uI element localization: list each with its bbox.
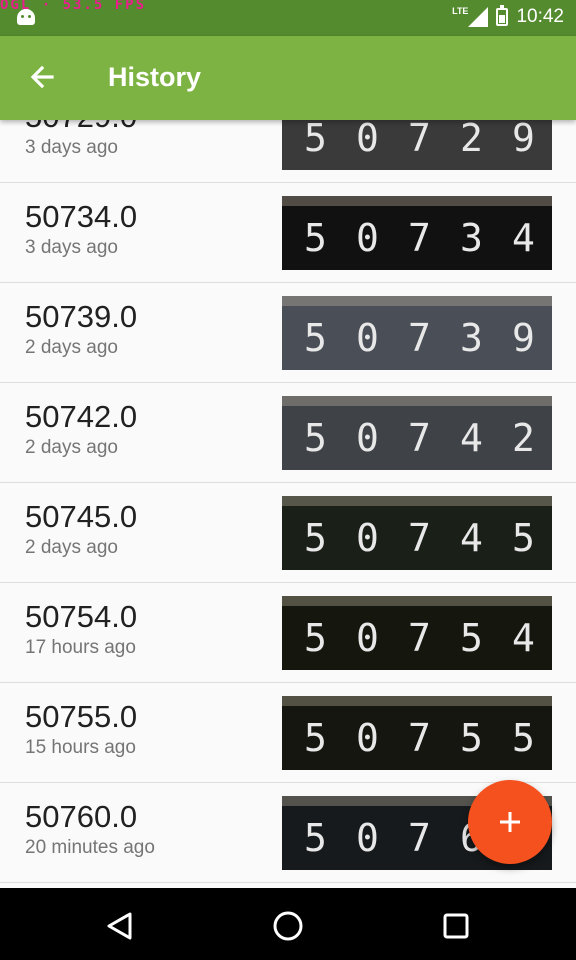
navigation-bar [0,888,576,960]
reading-time: 15 hours ago [25,737,136,758]
meter-photo[interactable]: 50729 [282,120,552,170]
meter-digit: 5 [304,316,327,360]
reading-time: 3 days ago [25,137,118,158]
history-row[interactable]: 50755.0 15 hours ago 5 0 7 5 5 [0,683,576,783]
meter-digit: 0 [356,816,379,860]
history-row[interactable]: 50742.0 2 days ago 5 0 7 4 2 [0,383,576,483]
nav-home-button[interactable] [268,906,308,946]
status-bar: OGL · 53.5 FPS LTE 10:42 [0,0,576,36]
meter-reading: 50739.0 [25,299,138,334]
reading-time: 2 days ago [25,537,118,558]
history-row[interactable]: 50754.0 17 hours ago 5 0 7 5 4 [0,583,576,683]
meter-reading: 50729.0 [25,120,137,135]
meter-digit: 5 [304,120,327,160]
meter-reading: 50745.0 [25,499,138,534]
meter-digit: 4 [512,216,535,260]
meter-reading: 50755.0 [25,699,138,734]
history-row[interactable]: 50739.0 2 days ago 5 0 7 3 9 [0,283,576,383]
meter-digit: 5 [304,416,327,460]
meter-reading: 50742.0 [25,399,138,434]
meter-digit: 0 [356,416,379,460]
meter-digit: 3 [460,216,483,260]
meter-digit: 7 [408,616,431,660]
meter-photo[interactable]: 50755 [282,696,552,770]
back-triangle-icon [107,912,132,940]
meter-digit: 5 [304,816,327,860]
arrow-back-icon [30,65,54,89]
meter-digit: 0 [356,120,379,160]
meter-digit: 7 [408,316,431,360]
history-row[interactable]: 50745.0 2 days ago 5 0 7 4 5 [0,483,576,583]
meter-digit: 0 [356,516,379,560]
meter-digit: 5 [460,716,483,760]
meter-digit: 4 [460,516,483,560]
clock: 10:42 [516,6,564,27]
meter-digit: 5 [512,716,535,760]
meter-digit: 7 [408,120,431,160]
meter-photo-image: 50745 [282,496,552,570]
meter-digit: 5 [460,616,483,660]
reading-time: 3 days ago [25,237,118,258]
meter-digit: 5 [304,516,327,560]
page-title: History [108,62,202,92]
meter-digit: 7 [408,416,431,460]
meter-digit: 0 [356,616,379,660]
status-icons: LTE 10:42 [452,5,564,28]
back-button[interactable] [22,58,62,98]
add-icon [500,812,520,832]
meter-digit: 7 [408,716,431,760]
signal-icon [468,7,489,27]
meter-digit: 4 [512,616,535,660]
meter-digit: 3 [460,316,483,360]
meter-digit: 5 [512,516,535,560]
meter-digit: 4 [460,416,483,460]
meter-digit: 0 [356,216,379,260]
android-icon [17,9,35,25]
meter-photo-image: 50754 [282,596,552,670]
meter-digit: 2 [512,416,535,460]
meter-photo[interactable]: 50739 [282,296,552,370]
meter-digit: 0 [356,316,379,360]
meter-digit: 9 [512,120,535,160]
reading-time: 2 days ago [25,337,118,358]
meter-photo[interactable]: 50734 [282,196,552,270]
meter-digit: 2 [460,120,483,160]
meter-photo-image: 50755 [282,696,552,770]
meter-photo-image: 50729 [282,120,552,170]
recents-square-icon [443,913,469,939]
history-row[interactable]: 50729.0 3 days ago 50729 [0,120,576,183]
meter-photo-image: 50734 [282,196,552,270]
add-reading-button[interactable] [468,780,552,864]
meter-photo[interactable]: 50745 [282,496,552,570]
lte-label: LTE [452,6,469,16]
meter-digit: 7 [408,516,431,560]
meter-digit: 5 [304,616,327,660]
meter-digit: 9 [512,316,535,360]
reading-time: 17 hours ago [25,637,136,658]
reading-time: 20 minutes ago [25,837,155,858]
meter-photo-image: 50739 [282,296,552,370]
history-list[interactable]: 50729.03 days ago5072950734.03 days ago5… [0,120,576,888]
history-row[interactable]: 50734.0 3 days ago 5 0 7 3 4 [0,183,576,283]
home-circle-icon [273,911,303,941]
meter-reading: 50754.0 [25,599,138,634]
nav-recents-button[interactable] [436,906,476,946]
app-bar: History [0,36,576,120]
meter-digit: 0 [356,716,379,760]
meter-digit: 5 [304,216,327,260]
battery-icon [496,5,509,26]
meter-digit: 5 [304,716,327,760]
meter-digit: 7 [408,816,431,860]
meter-photo-image: 50742 [282,396,552,470]
meter-digit: 7 [408,216,431,260]
meter-photo[interactable]: 50754 [282,596,552,670]
meter-reading: 50734.0 [25,199,138,234]
meter-photo[interactable]: 50742 [282,396,552,470]
nav-back-button[interactable] [100,906,140,946]
reading-time: 2 days ago [25,437,118,458]
meter-reading: 50760.0 [25,799,138,834]
